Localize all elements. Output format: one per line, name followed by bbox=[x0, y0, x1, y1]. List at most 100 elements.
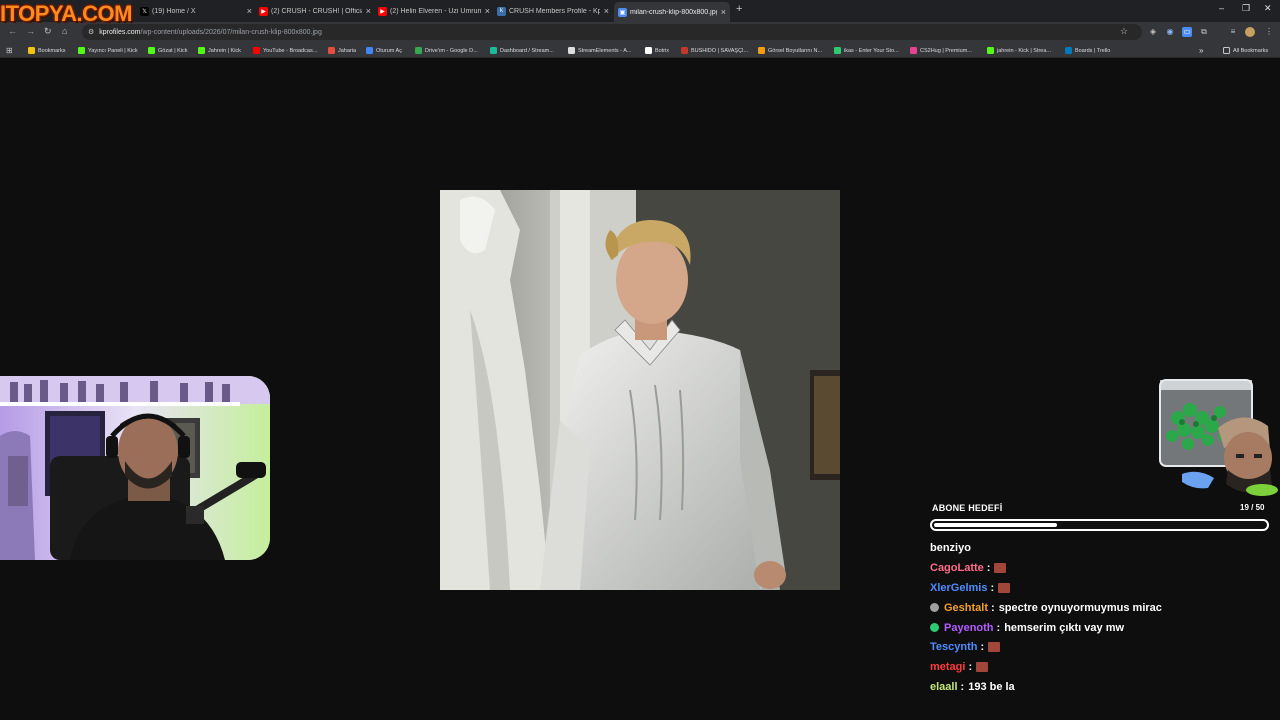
bookmarks-overflow-icon[interactable]: » bbox=[1199, 45, 1203, 56]
reload-icon[interactable]: ↻ bbox=[44, 26, 52, 37]
close-icon[interactable]: × bbox=[604, 6, 609, 16]
chat-text: hemserim çıktı vay mw bbox=[1004, 621, 1125, 634]
bookmark-item[interactable]: Gözat | Kick bbox=[148, 45, 188, 56]
bookmark-favicon-icon bbox=[78, 47, 85, 54]
chat-message: Tescynth: bbox=[930, 637, 1270, 657]
bookmark-label: Boards | Trello bbox=[1075, 47, 1111, 54]
portrait-photo bbox=[440, 190, 840, 590]
tab-strip: ITOPYA.COM 𝕏 (19) Home / X × ▶ (2) CRUSH… bbox=[0, 0, 1280, 26]
forward-arrow-icon[interactable]: → bbox=[26, 26, 35, 36]
tab-image-active[interactable]: ▣ milan-crush-klip-800x800.jpg × bbox=[614, 2, 730, 22]
viewed-image bbox=[440, 190, 840, 590]
bookmark-favicon-icon bbox=[198, 47, 205, 54]
close-icon[interactable]: × bbox=[366, 6, 371, 16]
bookmark-item[interactable]: StreamElements - A... bbox=[568, 45, 632, 56]
bookmark-label: Bookmarks bbox=[38, 47, 66, 54]
bookmark-item[interactable]: Botrix bbox=[645, 45, 669, 56]
bookmark-label: BUSHIDO | SAVAŞÇI... bbox=[691, 47, 749, 54]
streamer-webcam bbox=[0, 376, 270, 560]
close-icon[interactable]: × bbox=[247, 6, 252, 16]
url-path: /wp-content/uploads/2026/07/milan-crush-… bbox=[140, 28, 322, 36]
bookmark-item[interactable]: jahrein - Kick | Strea... bbox=[987, 45, 1051, 56]
chat-emote-icon bbox=[988, 642, 1001, 653]
close-icon[interactable]: × bbox=[721, 7, 726, 17]
extension-icon[interactable]: ◈ bbox=[1148, 27, 1158, 37]
back-arrow-icon[interactable]: ← bbox=[8, 26, 17, 36]
bookmark-item[interactable]: Oturum Aç bbox=[366, 45, 402, 56]
address-bar[interactable]: ⚙ kprofiles.com /wp-content/uploads/2026… bbox=[82, 24, 1142, 40]
subgoal-progress-bar bbox=[930, 519, 1269, 531]
bookmark-item[interactable]: Boards | Trello bbox=[1065, 45, 1110, 56]
bookmark-item[interactable]: Jaharia bbox=[328, 45, 356, 56]
bookmark-favicon-icon bbox=[490, 47, 497, 54]
bookmark-item[interactable]: Yayıncı Paneli | Kick bbox=[78, 45, 138, 56]
chat-separator: : bbox=[980, 641, 985, 654]
bookmark-label: Oturum Aç bbox=[376, 47, 402, 54]
bookmark-label: Gözat | Kick bbox=[158, 47, 188, 54]
bookmarks-bar: ⊞ Bookmarks Yayıncı Paneli | Kick Gözat | … bbox=[0, 42, 1280, 58]
bookmark-item[interactable]: Jahrein | Kick bbox=[198, 45, 241, 56]
bookmark-label: Jaharia bbox=[338, 47, 357, 54]
chat-badge-icon bbox=[930, 603, 939, 613]
jar-illustration bbox=[1159, 379, 1278, 504]
bookmark-favicon-icon bbox=[987, 47, 994, 54]
bookmark-label: Yayıncı Paneli | Kick bbox=[88, 47, 138, 54]
bookmark-favicon-icon bbox=[415, 47, 422, 54]
close-icon[interactable]: × bbox=[485, 6, 490, 16]
new-tab-button[interactable]: + bbox=[736, 3, 742, 15]
all-bookmarks-label: All Bookmarks bbox=[1233, 47, 1269, 54]
bookmark-star-icon[interactable]: ☆ bbox=[1120, 26, 1128, 37]
bookmark-favicon-icon bbox=[1065, 47, 1072, 54]
site-info-icon[interactable]: ⚙ bbox=[88, 28, 94, 36]
bookmark-label: jahrein - Kick | Strea... bbox=[997, 47, 1052, 54]
url-host: kprofiles.com bbox=[99, 28, 141, 36]
youtube-icon: ▶ bbox=[378, 6, 387, 16]
chat-username[interactable]: Tescynth bbox=[930, 641, 977, 653]
home-icon[interactable]: ⌂ bbox=[62, 26, 67, 36]
minimize-icon[interactable]: – bbox=[1219, 3, 1224, 13]
chat-username[interactable]: Payenoth bbox=[944, 622, 994, 634]
chat-username[interactable]: XlerGelmis bbox=[930, 582, 987, 594]
bookmark-label: StreamElements - A... bbox=[578, 47, 632, 54]
chat-username[interactable]: Geshtalt bbox=[944, 602, 988, 614]
chat-message: Payenoth: hemserim çıktı vay mw bbox=[930, 618, 1270, 638]
bookmark-favicon-icon bbox=[681, 47, 688, 54]
chat-message: metagi: bbox=[930, 657, 1270, 677]
bookmark-favicon-icon bbox=[645, 47, 652, 54]
tab-youtube-crush[interactable]: ▶ (2) CRUSH - CRUSH! | Official M × bbox=[259, 2, 371, 20]
bookmark-favicon-icon bbox=[148, 47, 155, 54]
profile-avatar[interactable] bbox=[1245, 27, 1255, 37]
bookmark-item[interactable]: ikas - Enter Your Sto... bbox=[834, 45, 899, 56]
bookmark-item[interactable]: CS2Hug | Premium... bbox=[910, 45, 972, 56]
bookmark-label: Dashboard / Stream... bbox=[500, 47, 554, 54]
tab-x-home[interactable]: 𝕏 (19) Home / X × bbox=[140, 2, 252, 20]
tab-search-icon[interactable]: ≡ bbox=[1228, 27, 1238, 37]
extensions-puzzle-icon[interactable]: ⧉ bbox=[1199, 27, 1209, 37]
close-window-icon[interactable]: ✕ bbox=[1264, 3, 1272, 14]
screen-capture-icon[interactable]: ▭ bbox=[1182, 27, 1192, 37]
chat-emote-icon bbox=[976, 662, 989, 673]
tab-youtube-helin[interactable]: ▶ (2) Helin Elveren - Uzi Umrum × bbox=[378, 2, 490, 20]
bookmark-item[interactable]: Görsel Boyutlarını N... bbox=[758, 45, 822, 56]
chat-emote-icon bbox=[994, 562, 1007, 573]
bookmark-item[interactable]: Dashboard / Stream... bbox=[490, 45, 554, 56]
bookmark-label: Drive'ım - Google D... bbox=[425, 47, 478, 54]
chat-message: benziyo bbox=[930, 538, 1270, 558]
menu-kebab-icon[interactable]: ⋮ bbox=[1264, 27, 1274, 37]
bookmark-item[interactable]: Bookmarks bbox=[28, 45, 66, 56]
chat-separator: : bbox=[968, 661, 973, 674]
chat-username[interactable]: elaall bbox=[930, 681, 958, 693]
chat-badge-icon bbox=[930, 623, 939, 632]
chat-username[interactable]: metagi bbox=[930, 661, 965, 673]
all-bookmarks-folder[interactable]: All Bookmarks bbox=[1223, 45, 1268, 56]
tab-kprofiles[interactable]: k CRUSH Members Profile - Kpop × bbox=[497, 2, 609, 20]
restore-icon[interactable]: ❐ bbox=[1242, 3, 1250, 14]
chat-separator: : bbox=[991, 601, 995, 614]
subgoal-jar-overlay bbox=[1158, 378, 1280, 504]
apps-grid-icon[interactable]: ⊞ bbox=[6, 45, 13, 56]
bookmark-item[interactable]: BUSHIDO | SAVAŞÇI... bbox=[681, 45, 748, 56]
audio-icon[interactable]: ◉ bbox=[1165, 27, 1175, 37]
chat-username[interactable]: CagoLatte bbox=[930, 562, 984, 574]
bookmark-item[interactable]: Drive'ım - Google D... bbox=[415, 45, 478, 56]
bookmark-item[interactable]: YouTube - Broadcas... bbox=[253, 45, 317, 56]
